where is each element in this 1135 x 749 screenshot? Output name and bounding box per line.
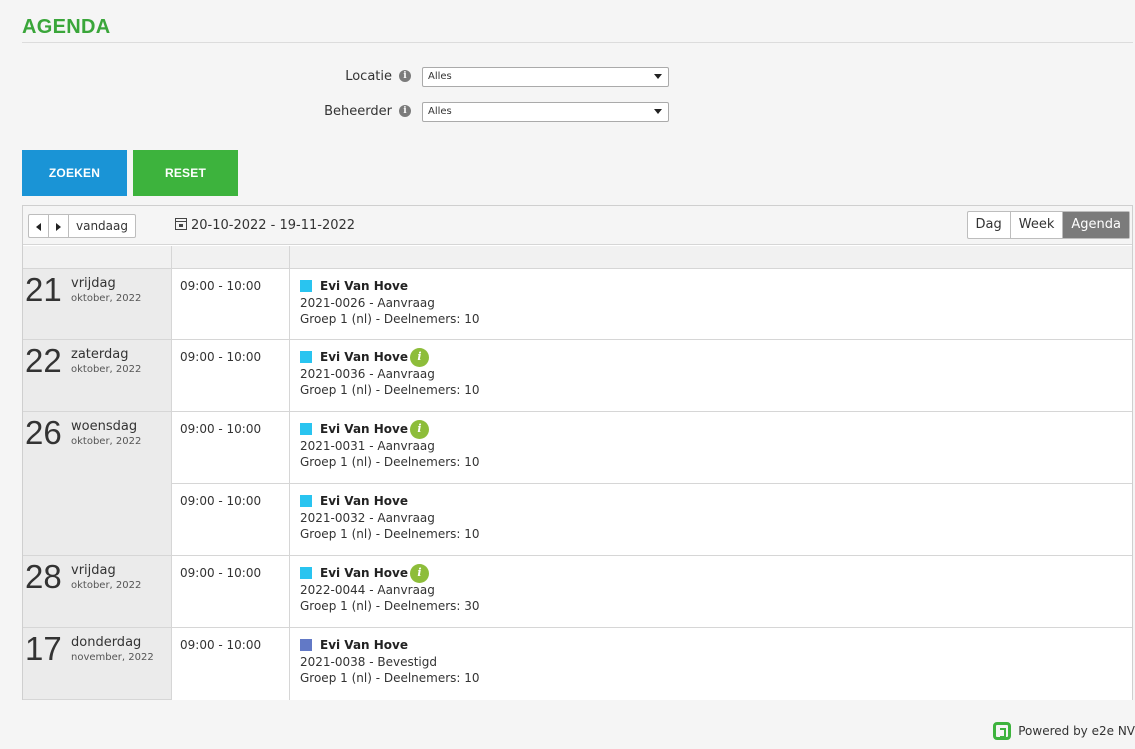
caret-left-icon [36, 222, 41, 231]
event-title: Evi Van Hove [320, 422, 409, 436]
status-swatch [300, 495, 312, 507]
nav-button-group: vandaag [28, 214, 137, 238]
day-cell: 17 donderdag november, 2022 [23, 628, 172, 700]
day-name: vrijdag [71, 276, 116, 291]
day-cell: 21 vrijdag oktober, 2022 [23, 269, 172, 340]
today-button[interactable]: vandaag [69, 215, 135, 237]
event-title: Evi Van Hove [320, 638, 409, 652]
day-name: zaterdag [71, 347, 129, 362]
event-reference: 2022-0044 - Aanvraag [300, 583, 435, 597]
beheerder-select-value: Alles [428, 106, 452, 117]
next-button[interactable] [49, 215, 69, 237]
agenda-event[interactable]: 09:00 - 10:00 Evi Van Hove 2021-0032 - A… [172, 484, 1132, 556]
day-month: oktober, 2022 [71, 580, 142, 591]
view-agenda-button[interactable]: Agenda [1063, 212, 1129, 238]
event-reference: 2021-0031 - Aanvraag [300, 439, 435, 453]
event-group: Groep 1 (nl) - Deelnemers: 10 [300, 527, 480, 541]
date-range: 20-10-2022 - 19-11-2022 [175, 216, 355, 236]
reset-button[interactable]: RESET [133, 150, 238, 196]
filter-beheerder: Beheerder i Alles [22, 102, 669, 124]
powered-by-text: Powered by e2e NV [1018, 724, 1135, 738]
day-number: 22 [25, 342, 62, 379]
day-number: 21 [25, 271, 62, 308]
agenda-event[interactable]: 09:00 - 10:00 Evi Van Hove i 2021-0036 - … [172, 340, 1132, 412]
day-name: donderdag [71, 635, 142, 650]
chevron-down-icon [654, 109, 662, 114]
beheerder-select[interactable]: Alles [422, 102, 669, 122]
view-week-button[interactable]: Week [1011, 212, 1064, 238]
day-number: 28 [25, 558, 62, 595]
date-range-text: 20-10-2022 - 19-11-2022 [191, 218, 356, 233]
event-time: 09:00 - 10:00 [180, 422, 262, 436]
view-dag-button[interactable]: Dag [968, 212, 1011, 238]
agenda-calendar: vandaag 20-10-2022 - 19-11-2022 Dag Week… [22, 205, 1133, 700]
day-number: 17 [25, 630, 62, 667]
event-title: Evi Van Hove [320, 566, 409, 580]
info-icon[interactable]: i [410, 347, 430, 367]
event-title: Evi Van Hove [320, 494, 409, 508]
status-swatch [300, 351, 312, 363]
day-month: oktober, 2022 [71, 364, 142, 375]
day-name: woensdag [71, 419, 138, 434]
day-month: november, 2022 [71, 652, 154, 663]
title-divider [22, 42, 1133, 43]
agenda-event[interactable]: 09:00 - 10:00 Evi Van Hove i 2022-0044 - … [172, 556, 1132, 628]
day-month: oktober, 2022 [71, 293, 142, 304]
day-cell: 22 zaterdag oktober, 2022 [23, 340, 172, 412]
agenda-event[interactable]: 09:00 - 10:00 Evi Van Hove 2021-0026 - A… [172, 269, 1132, 340]
locatie-select-value: Alles [428, 71, 452, 82]
event-time: 09:00 - 10:00 [180, 350, 262, 364]
day-number: 26 [25, 414, 62, 451]
info-icon[interactable]: i [410, 419, 430, 439]
event-group: Groep 1 (nl) - Deelnemers: 10 [300, 383, 480, 397]
info-icon[interactable]: i [399, 105, 411, 117]
event-time: 09:00 - 10:00 [180, 494, 262, 508]
filter-locatie: Locatie i Alles [22, 67, 669, 89]
event-reference: 2021-0038 - Bevestigd [300, 655, 437, 669]
info-icon[interactable]: i [399, 70, 411, 82]
status-swatch [300, 423, 312, 435]
status-swatch [300, 639, 312, 651]
locatie-select[interactable]: Alles [422, 67, 669, 87]
event-time: 09:00 - 10:00 [180, 566, 262, 580]
event-reference: 2021-0032 - Aanvraag [300, 511, 435, 525]
status-swatch [300, 567, 312, 579]
powered-by[interactable]: Powered by e2e NV [993, 720, 1135, 742]
event-title: Evi Van Hove [320, 350, 409, 364]
event-group: Groep 1 (nl) - Deelnemers: 10 [300, 312, 480, 326]
event-reference: 2021-0026 - Aanvraag [300, 296, 435, 310]
event-group: Groep 1 (nl) - Deelnemers: 10 [300, 455, 480, 469]
day-cell: 26 woensdag oktober, 2022 [23, 412, 172, 556]
agenda-event[interactable]: 09:00 - 10:00 Evi Van Hove i 2021-0031 - … [172, 412, 1132, 484]
day-month: oktober, 2022 [71, 436, 142, 447]
page-title: AGENDA [22, 16, 111, 38]
status-swatch [300, 280, 312, 292]
caret-right-icon [56, 222, 61, 231]
event-title: Evi Van Hove [320, 279, 409, 293]
calendar-icon [175, 218, 187, 230]
event-group: Groep 1 (nl) - Deelnemers: 30 [300, 599, 480, 613]
day-cell: 28 vrijdag oktober, 2022 [23, 556, 172, 628]
event-time: 09:00 - 10:00 [180, 638, 262, 652]
filter-beheerder-label: Beheerder [324, 104, 392, 119]
e2e-logo-icon [993, 722, 1012, 740]
event-group: Groep 1 (nl) - Deelnemers: 10 [300, 671, 480, 685]
prev-button[interactable] [29, 215, 49, 237]
view-button-group: Dag Week Agenda [966, 211, 1130, 239]
agenda-event[interactable]: 09:00 - 10:00 Evi Van Hove 2021-0038 - B… [172, 628, 1132, 700]
event-reference: 2021-0036 - Aanvraag [300, 367, 435, 381]
chevron-down-icon [654, 74, 662, 79]
info-icon[interactable]: i [410, 563, 430, 583]
filter-locatie-label: Locatie [345, 69, 392, 84]
day-name: vrijdag [71, 563, 116, 578]
agenda-header-row [23, 246, 1132, 269]
event-time: 09:00 - 10:00 [180, 279, 262, 293]
calendar-toolbar: vandaag 20-10-2022 - 19-11-2022 Dag Week… [23, 206, 1132, 245]
search-button[interactable]: ZOEKEN [22, 150, 127, 196]
